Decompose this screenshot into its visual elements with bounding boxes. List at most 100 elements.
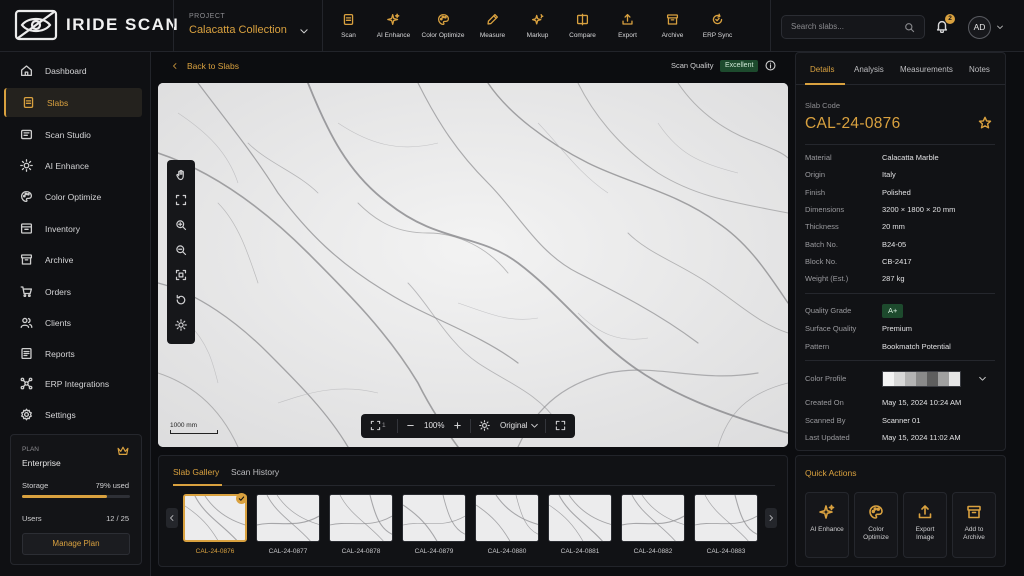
search-input[interactable]: Search slabs... [781,15,925,39]
brand-logo[interactable]: IRIDE SCAN [14,9,179,41]
toolbar-scan-button[interactable]: Scan [326,0,371,52]
zoom-in-icon[interactable] [175,219,187,231]
sidebar-item-color-optimize[interactable]: Color Optimize [4,182,142,211]
notification-badge: 2 [945,14,955,24]
tab-details[interactable]: Details [810,65,834,74]
quick-action-add-to-archive[interactable]: Add to Archive [952,492,996,558]
property-value: Polished [882,187,911,197]
property-key: Surface Quality [805,324,857,333]
chevron-down-icon[interactable] [978,374,987,383]
property-key: Pattern [805,342,830,351]
property-key: Finish [805,187,826,197]
toolbar-export-button[interactable]: Export [605,0,650,52]
slab-thumbnail[interactable] [329,494,393,542]
chevron-down-icon[interactable] [530,421,539,430]
thumbnail-label: CAL-24-0879 [414,548,454,555]
scale-bar: 1000 mm [170,422,218,434]
sidebar-item-settings[interactable]: Settings [4,400,142,429]
slab-thumbnail[interactable] [694,494,758,542]
brightness-icon[interactable] [479,420,490,431]
tab-scan-history[interactable]: Scan History [231,467,279,477]
slab-code: CAL-24-0876 [805,115,901,132]
tab-analysis[interactable]: Analysis [854,65,884,74]
logo-eye-icon [14,9,58,41]
color-swatch [905,372,916,386]
info-icon[interactable] [765,60,776,71]
fit-screen-icon[interactable] [175,269,187,281]
sidebar-item-archive[interactable]: Archive [4,245,142,274]
compare-view-icon[interactable] [370,420,381,431]
toolbar-archive-button[interactable]: Archive [650,0,695,52]
sidebar-item-dashboard[interactable]: Dashboard [4,56,142,85]
sidebar-item-reports[interactable]: Reports [4,339,142,368]
back-to-slabs-link[interactable]: Back to Slabs [171,61,239,71]
slab-thumbnail[interactable] [621,494,685,542]
color-swatch [927,372,938,386]
slab-thumbnail[interactable] [402,494,466,542]
toolbar-measure-button[interactable]: Measure [470,0,515,52]
sidebar-item-ai-enhance[interactable]: AI Enhance [4,151,142,180]
toolbar-label: Measure [479,32,506,39]
zoom-in-icon[interactable] [452,420,463,431]
palette-icon [868,504,884,520]
slab-thumbnail[interactable] [548,494,612,542]
tab-slab-gallery[interactable]: Slab Gallery [173,467,219,477]
sidebar-item-inventory[interactable]: Inventory [4,214,142,243]
slab-image-viewer[interactable] [158,83,788,447]
slab-thumbnail[interactable] [256,494,320,542]
thumbnail-image [549,495,611,541]
view-mode-select[interactable]: Original [500,421,528,430]
property-value: 3200 × 1800 × 20 mm [882,204,956,214]
property-value: 287 kg [882,274,905,284]
toolbar-compare-button[interactable]: Compare [560,0,605,52]
quick-action-color-optimize[interactable]: Color Optimize [854,492,898,558]
scan-quality-label: Scan Quality [671,61,714,70]
color-profile-swatches[interactable] [882,371,961,387]
sidebar-item-clients[interactable]: Clients [4,308,142,337]
avatar[interactable]: AD [968,16,991,39]
brightness-icon[interactable] [175,319,187,331]
select-area-icon[interactable] [175,194,187,206]
thumbnail-label: CAL-24-0882 [633,548,673,555]
tab-measurements[interactable]: Measurements [900,65,953,74]
manage-plan-button[interactable]: Manage Plan [22,533,130,555]
sidebar-item-erp-integrations[interactable]: ERP Integrations [4,369,142,398]
sidebar-item-orders[interactable]: Orders [4,277,142,306]
toolbar-label: ERP Sync [702,32,733,39]
crown-icon [117,446,129,456]
sidebar-item-scan-studio[interactable]: Scan Studio [4,120,142,149]
chevron-down-icon[interactable] [996,23,1004,31]
divider [322,0,323,52]
toolbar-erp-sync-button[interactable]: ERP Sync [695,0,740,52]
property-key: Thickness [805,222,839,232]
zoom-out-icon[interactable] [405,420,416,431]
property-value: May 15, 2024 10:24 AM [882,398,962,407]
zoom-out-icon[interactable] [175,244,187,256]
quick-action-ai-enhance[interactable]: AI Enhance [805,492,849,558]
property-value: May 15, 2024 11:02 AM [882,433,961,442]
project-selector[interactable]: PROJECT Calacatta Collection [189,13,313,36]
gallery-prev-button[interactable] [166,508,178,528]
rotate-icon[interactable] [175,294,187,306]
property-key: Weight (Est.) [805,274,849,284]
quick-action-export-image[interactable]: Export Image [903,492,947,558]
scan-quality-badge: Excellent [720,60,759,72]
property-key: Material [805,153,832,162]
thumbnail-image [403,495,465,541]
slab-thumbnail[interactable] [475,494,539,542]
toolbar-ai-enhance-button[interactable]: AI Enhance [371,0,416,52]
fullscreen-icon[interactable] [555,420,566,431]
toolbar-markup-button[interactable]: Markup [515,0,560,52]
toolbar-label: Archive [661,32,684,39]
sidebar-item-slabs[interactable]: Slabs [4,88,142,117]
property-value: Premium [882,324,913,333]
toolbar-color-optimize-button[interactable]: Color Optimize [416,0,470,52]
gallery-next-button[interactable] [765,508,777,528]
color-profile-label: Color Profile [805,374,847,383]
star-icon[interactable] [978,116,992,130]
tab-notes[interactable]: Notes [969,65,990,74]
property-key: Quality Grade [805,306,852,315]
export-icon [917,504,933,520]
divider [545,419,546,433]
hand-pan-icon[interactable] [175,169,187,181]
